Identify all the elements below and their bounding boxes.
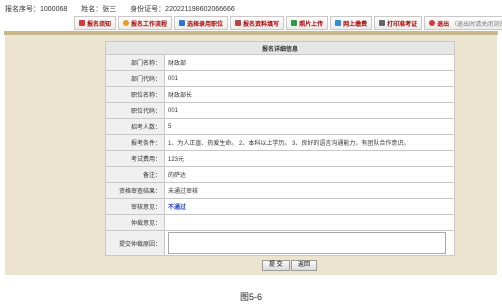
row-label: 部门名称： <box>105 54 165 71</box>
table-row: 报考条件： 1、为人正直、热爱生命。 2、本科以上学历。 3、良好的语言沟通能力… <box>105 134 455 151</box>
nav-label: 照片上传 <box>299 21 324 28</box>
row-value: 123元 <box>164 150 455 167</box>
nav-select-position[interactable]: 选择录用职位 <box>174 16 229 30</box>
signup-number: 报名序号：1000068 <box>5 6 68 13</box>
table-row: 考试费用： 123元 <box>105 150 455 167</box>
row-value: 1、为人正直、热爱生命。 2、本科以上学历。 3、良好的语言沟通能力，有团队合作… <box>164 134 455 151</box>
table-row: 资格审查结果： 未通过审核 <box>105 182 455 199</box>
row-value: 财政部 <box>164 54 455 71</box>
nav-label: 打印准考证 <box>387 21 418 28</box>
row-value: 财政部长 <box>164 86 455 103</box>
user-info-line: 报名序号：1000068 姓名：张三 身份证号：2202211986020666… <box>5 4 247 14</box>
back-button[interactable]: 返回 <box>291 260 318 271</box>
row-label: 审核意见： <box>105 198 165 215</box>
row-label: 提交仲裁原因： <box>105 230 165 256</box>
nav-label: 选择录用职位 <box>187 21 224 28</box>
nav-exit[interactable]: 退出 （退出时请关闭浏览器） <box>424 16 502 30</box>
table-title: 报名详细信息 <box>105 41 455 55</box>
row-label: 仲裁意见： <box>105 214 165 231</box>
row-label: 资格审查结果： <box>105 182 165 199</box>
nav-label: 报名资料填写 <box>243 21 280 28</box>
table-row: 职位名称： 财政部长 <box>105 86 455 103</box>
nav-photo-upload[interactable]: 照片上传 <box>286 16 329 30</box>
row-label: 职位代码： <box>105 102 165 119</box>
user-name: 姓名：张三 <box>81 6 117 13</box>
exit-note: （退出时请关闭浏览器） <box>451 21 502 28</box>
payment-icon <box>335 20 342 26</box>
nav-workflow[interactable]: 报名工作流程 <box>118 16 173 30</box>
row-value <box>164 214 455 231</box>
table-row: 部门代码： 001 <box>105 70 455 87</box>
row-value: 001 <box>164 102 455 119</box>
table-row: 仲裁意见： <box>105 214 455 231</box>
nav-fill-form[interactable]: 报名资料填写 <box>230 16 285 30</box>
row-label: 考试费用： <box>105 150 165 167</box>
row-value <box>164 230 455 256</box>
review-opinion-value: 不通过 <box>164 198 455 215</box>
row-label: 招考人数： <box>105 118 165 135</box>
row-value: 001 <box>164 70 455 87</box>
nav-toolbar: 报名须知 报名工作流程 选择录用职位 报名资料填写 照片上传 网上缴费 打印准考… <box>74 16 502 30</box>
table-row: 审核意见： 不通过 <box>105 198 455 215</box>
position-icon <box>179 20 186 26</box>
printer-icon <box>379 20 386 26</box>
row-label: 职位名称： <box>105 86 165 103</box>
nav-label: 网上缴费 <box>343 21 368 28</box>
exit-icon <box>429 20 436 26</box>
form-icon <box>235 20 242 26</box>
nav-signup-notice[interactable]: 报名须知 <box>74 16 117 30</box>
nav-print-ticket[interactable]: 打印准考证 <box>374 16 423 30</box>
row-value: 5 <box>164 118 455 135</box>
table-row: 提交仲裁原因： <box>105 230 455 256</box>
nav-label: 报名工作流程 <box>131 21 168 28</box>
row-value: 的萨达 <box>164 166 455 183</box>
appeal-reason-textarea[interactable] <box>168 232 446 254</box>
id-number: 身份证号：220221198602066666 <box>130 6 235 13</box>
table-row: 部门名称： 财政部 <box>105 54 455 71</box>
nav-label: 退出 <box>437 21 450 28</box>
submit-button[interactable]: 提 交 <box>262 260 290 271</box>
figure-caption: 图5-6 <box>239 292 262 302</box>
nav-online-payment[interactable]: 网上缴费 <box>330 16 373 30</box>
row-value: 未通过审核 <box>164 182 455 199</box>
info-icon <box>79 20 85 26</box>
table-row: 备注： 的萨达 <box>105 166 455 183</box>
flow-icon <box>123 20 130 26</box>
nav-label: 报名须知 <box>87 21 112 28</box>
table-header-row: 报名详细信息 <box>105 41 455 55</box>
row-label: 备注： <box>105 166 165 183</box>
table-row: 招考人数： 5 <box>105 118 455 135</box>
photo-icon <box>291 20 298 26</box>
signup-detail-table: 报名详细信息 部门名称： 财政部 部门代码： 001 职位名称： 财政部长 职位… <box>105 41 455 256</box>
table-row: 职位代码： 001 <box>105 102 455 119</box>
row-label: 部门代码： <box>105 70 165 87</box>
row-label: 报考条件： <box>105 134 165 151</box>
